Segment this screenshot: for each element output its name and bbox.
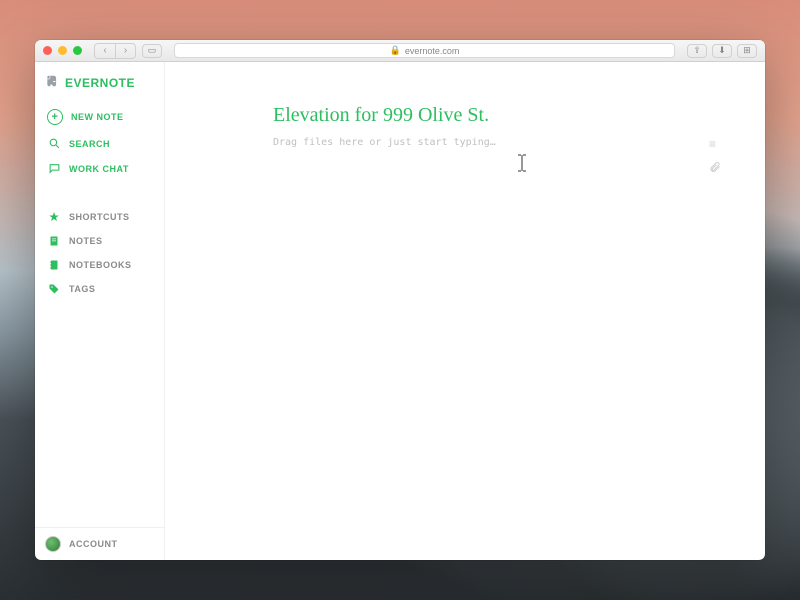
browser-toolbar-right: ⇪ ⬇ ⊞ xyxy=(687,44,757,58)
avatar-icon xyxy=(45,536,61,552)
notebooks-nav[interactable]: NOTEBOOKS xyxy=(35,253,164,277)
sidebar-nav: SHORTCUTS NOTES NOTEBOOKS xyxy=(35,205,164,301)
brand-label: EVERNOTE xyxy=(65,76,135,90)
notebook-icon xyxy=(47,259,61,271)
new-note-label: NEW NOTE xyxy=(71,112,124,122)
window-controls xyxy=(43,46,82,55)
shortcuts-label: SHORTCUTS xyxy=(69,212,130,222)
maximize-window-button[interactable] xyxy=(73,46,82,55)
desktop-background: ‹ › ▭ 🔒 evernote.com ⇪ ⬇ xyxy=(0,0,800,600)
brand[interactable]: EVERNOTE xyxy=(35,70,164,103)
more-icon[interactable]: ≡ xyxy=(709,137,721,151)
sidebar-flex-spacer xyxy=(35,301,164,527)
work-chat-label: WORK CHAT xyxy=(69,164,129,174)
note-title-input[interactable] xyxy=(273,104,721,127)
search-button[interactable]: SEARCH xyxy=(35,131,164,156)
back-button[interactable]: ‹ xyxy=(95,44,115,58)
forward-button[interactable]: › xyxy=(115,44,135,58)
plus-circle-icon: + xyxy=(47,109,63,125)
account-label: ACCOUNT xyxy=(69,539,118,549)
tabs-button[interactable]: ⊞ xyxy=(737,44,757,58)
lock-icon: 🔒 xyxy=(390,45,401,56)
tags-label: TAGS xyxy=(69,284,95,294)
chevron-left-icon: ‹ xyxy=(103,45,106,56)
app-body: EVERNOTE + NEW NOTE SEARCH xyxy=(35,62,765,560)
notes-nav[interactable]: NOTES xyxy=(35,229,164,253)
sidebar-toggle-button[interactable]: ▭ xyxy=(142,44,162,58)
download-icon: ⬇ xyxy=(718,45,726,56)
close-window-button[interactable] xyxy=(43,46,52,55)
chevron-right-icon: › xyxy=(124,45,127,56)
browser-chrome: ‹ › ▭ 🔒 evernote.com ⇪ ⬇ xyxy=(35,40,765,62)
notes-label: NOTES xyxy=(69,236,103,246)
note-icon xyxy=(47,235,61,247)
note-body-tools: ≡ xyxy=(709,137,721,176)
search-label: SEARCH xyxy=(69,139,110,149)
sidebar-primary: + NEW NOTE SEARCH WORK CHAT xyxy=(35,103,164,181)
share-icon: ⇪ xyxy=(693,45,701,56)
shortcuts-nav[interactable]: SHORTCUTS xyxy=(35,205,164,229)
chat-icon xyxy=(47,162,61,175)
browser-window: ‹ › ▭ 🔒 evernote.com ⇪ ⬇ xyxy=(35,40,765,560)
evernote-logo-icon xyxy=(45,74,59,91)
search-icon xyxy=(47,137,61,150)
work-chat-button[interactable]: WORK CHAT xyxy=(35,156,164,181)
sidebar-spacer xyxy=(35,181,164,205)
account-button[interactable]: ACCOUNT xyxy=(35,527,164,560)
tag-icon xyxy=(47,283,61,295)
url-text: evernote.com xyxy=(405,46,460,56)
sidebar: EVERNOTE + NEW NOTE SEARCH xyxy=(35,62,165,560)
minimize-window-button[interactable] xyxy=(58,46,67,55)
tags-nav[interactable]: TAGS xyxy=(35,277,164,301)
new-note-button[interactable]: + NEW NOTE xyxy=(35,103,164,131)
star-icon xyxy=(47,211,61,223)
note-body-input[interactable] xyxy=(273,137,699,497)
nav-buttons: ‹ › xyxy=(94,43,136,59)
tabs-icon: ⊞ xyxy=(743,45,751,56)
address-bar[interactable]: 🔒 evernote.com xyxy=(174,43,675,58)
share-button[interactable]: ⇪ xyxy=(687,44,707,58)
attachment-icon[interactable] xyxy=(709,161,721,176)
panel-icon: ▭ xyxy=(148,45,157,56)
downloads-button[interactable]: ⬇ xyxy=(712,44,732,58)
note-editor: ≡ xyxy=(165,62,765,560)
notebooks-label: NOTEBOOKS xyxy=(69,260,132,270)
